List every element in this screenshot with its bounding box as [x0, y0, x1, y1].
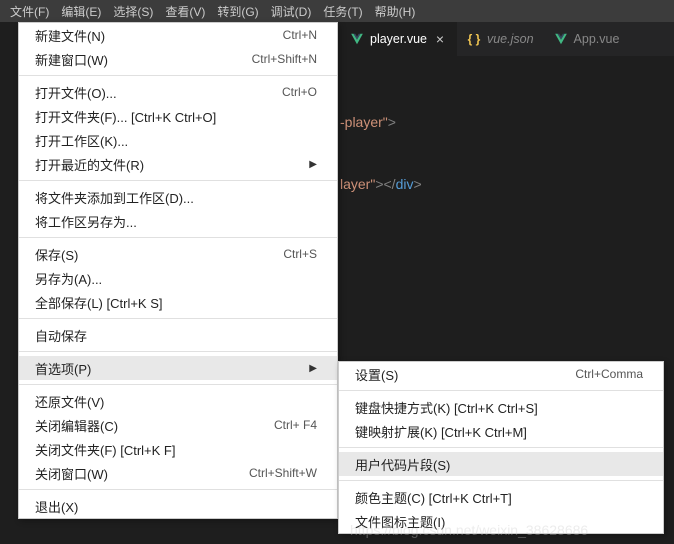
menubar: 文件(F)编辑(E)选择(S)查看(V)转到(G)调试(D)任务(T)帮助(H)	[0, 0, 674, 22]
menu-separator	[19, 489, 337, 490]
file-menu-item[interactable]: 将工作区另存为...	[19, 209, 337, 233]
menu-shortcut: Ctrl+O	[282, 85, 317, 99]
menu-separator	[19, 384, 337, 385]
menu-item-label: 设置(S)	[355, 365, 398, 384]
file-menu-item[interactable]: 关闭文件夹(F) [Ctrl+K F]	[19, 437, 337, 461]
chevron-right-icon: ▶	[309, 159, 317, 170]
menu-item-label: 关闭窗口(W)	[35, 464, 108, 483]
close-icon[interactable]: ×	[433, 32, 447, 46]
menubar-item[interactable]: 任务(T)	[317, 1, 368, 22]
menu-separator	[339, 480, 663, 481]
vue-icon	[350, 32, 364, 46]
menu-item-label: 另存为(A)...	[35, 269, 102, 288]
menu-item-label: 打开最近的文件(R)	[35, 155, 144, 174]
menu-item-label: 打开文件(O)...	[35, 83, 117, 102]
menu-separator	[339, 390, 663, 391]
menu-item-label: 将文件夹添加到工作区(D)...	[35, 188, 194, 207]
file-menu-item[interactable]: 还原文件(V)	[19, 389, 337, 413]
tab-label: vue.json	[487, 32, 534, 46]
file-menu-item[interactable]: 关闭窗口(W) Ctrl+Shift+W	[19, 461, 337, 485]
menu-item-label: 还原文件(V)	[35, 392, 104, 411]
tab-label: player.vue	[370, 32, 427, 46]
menu-shortcut: Ctrl+Shift+W	[249, 466, 317, 480]
menu-separator	[19, 180, 337, 181]
menubar-item[interactable]: 帮助(H)	[369, 1, 422, 22]
menu-item-label: 关闭编辑器(C)	[35, 416, 118, 435]
menu-shortcut: Ctrl+ F4	[274, 418, 317, 432]
editor-tab[interactable]: player.vue ×	[340, 22, 457, 56]
file-menu-item[interactable]: 新建窗口(W) Ctrl+Shift+N	[19, 47, 337, 71]
file-menu-item[interactable]: 打开文件夹(F)... [Ctrl+K Ctrl+O]	[19, 104, 337, 128]
editor-tab[interactable]: { } vue.json	[457, 22, 544, 56]
chevron-right-icon: ▶	[309, 363, 317, 374]
file-menu-item[interactable]: 打开文件(O)... Ctrl+O	[19, 80, 337, 104]
editor-tab[interactable]: App.vue	[544, 22, 630, 56]
menu-item-label: 保存(S)	[35, 245, 78, 264]
menu-item-label: 全部保存(L) [Ctrl+K S]	[35, 293, 163, 312]
file-menu-item[interactable]: 退出(X)	[19, 494, 337, 518]
menu-separator	[19, 75, 337, 76]
file-menu-item[interactable]: 关闭编辑器(C) Ctrl+ F4	[19, 413, 337, 437]
menu-item-label: 关闭文件夹(F) [Ctrl+K F]	[35, 440, 175, 459]
preferences-submenu: 设置(S) Ctrl+Comma 键盘快捷方式(K) [Ctrl+K Ctrl+S]…	[338, 361, 664, 534]
tab-label: App.vue	[574, 32, 620, 46]
file-menu-item[interactable]: 打开工作区(K)...	[19, 128, 337, 152]
file-menu-item[interactable]: 新建文件(N) Ctrl+N	[19, 23, 337, 47]
menu-item-label: 键映射扩展(K) [Ctrl+K Ctrl+M]	[355, 422, 527, 441]
menu-item-label: 打开文件夹(F)... [Ctrl+K Ctrl+O]	[35, 107, 216, 126]
menu-item-label: 用户代码片段(S)	[355, 455, 450, 474]
pref-menu-item[interactable]: 颜色主题(C) [Ctrl+K Ctrl+T]	[339, 485, 663, 509]
menu-item-label: 新建文件(N)	[35, 26, 105, 45]
menu-item-label: 首选项(P)	[35, 359, 91, 378]
json-icon: { }	[467, 32, 481, 46]
file-menu-item[interactable]: 全部保存(L) [Ctrl+K S]	[19, 290, 337, 314]
pref-menu-item[interactable]: 键盘快捷方式(K) [Ctrl+K Ctrl+S]	[339, 395, 663, 419]
menu-shortcut: Ctrl+Comma	[575, 367, 643, 381]
file-menu: 新建文件(N) Ctrl+N 新建窗口(W) Ctrl+Shift+N 打开文件(O).…	[18, 22, 338, 519]
pref-menu-item[interactable]: 文件图标主题(I)	[339, 509, 663, 533]
file-menu-item[interactable]: 自动保存	[19, 323, 337, 347]
menu-separator	[19, 237, 337, 238]
menu-shortcut: Ctrl+S	[283, 247, 317, 261]
menu-separator	[19, 351, 337, 352]
menubar-item[interactable]: 转到(G)	[211, 1, 264, 22]
menu-item-label: 自动保存	[35, 326, 87, 345]
file-menu-item[interactable]: 首选项(P) ▶	[19, 356, 337, 380]
menubar-item[interactable]: 调试(D)	[265, 1, 318, 22]
menu-separator	[19, 318, 337, 319]
file-menu-item[interactable]: 打开最近的文件(R) ▶	[19, 152, 337, 176]
pref-menu-item[interactable]: 键映射扩展(K) [Ctrl+K Ctrl+M]	[339, 419, 663, 443]
menu-shortcut: Ctrl+N	[283, 28, 317, 42]
pref-menu-item[interactable]: 设置(S) Ctrl+Comma	[339, 362, 663, 386]
menu-shortcut: Ctrl+Shift+N	[252, 52, 317, 66]
editor-tabs: player.vue × { } vue.json App.vue	[340, 22, 674, 56]
file-menu-item[interactable]: 保存(S) Ctrl+S	[19, 242, 337, 266]
file-menu-item[interactable]: 将文件夹添加到工作区(D)...	[19, 185, 337, 209]
menu-item-label: 打开工作区(K)...	[35, 131, 128, 150]
menubar-item[interactable]: 编辑(E)	[55, 1, 107, 22]
menu-item-label: 键盘快捷方式(K) [Ctrl+K Ctrl+S]	[355, 398, 538, 417]
vue-icon	[554, 32, 568, 46]
menubar-item[interactable]: 选择(S)	[107, 1, 159, 22]
menu-separator	[339, 447, 663, 448]
menubar-item[interactable]: 查看(V)	[159, 1, 211, 22]
menu-item-label: 新建窗口(W)	[35, 50, 108, 69]
menu-item-label: 将工作区另存为...	[35, 212, 137, 231]
pref-menu-item[interactable]: 用户代码片段(S)	[339, 452, 663, 476]
menu-item-label: 文件图标主题(I)	[355, 512, 445, 531]
menu-item-label: 退出(X)	[35, 497, 78, 516]
menu-item-label: 颜色主题(C) [Ctrl+K Ctrl+T]	[355, 488, 512, 507]
code-line: layer"></div>	[340, 168, 674, 202]
menubar-item[interactable]: 文件(F)	[4, 1, 55, 22]
code-line: -player">	[340, 106, 674, 140]
file-menu-item[interactable]: 另存为(A)...	[19, 266, 337, 290]
